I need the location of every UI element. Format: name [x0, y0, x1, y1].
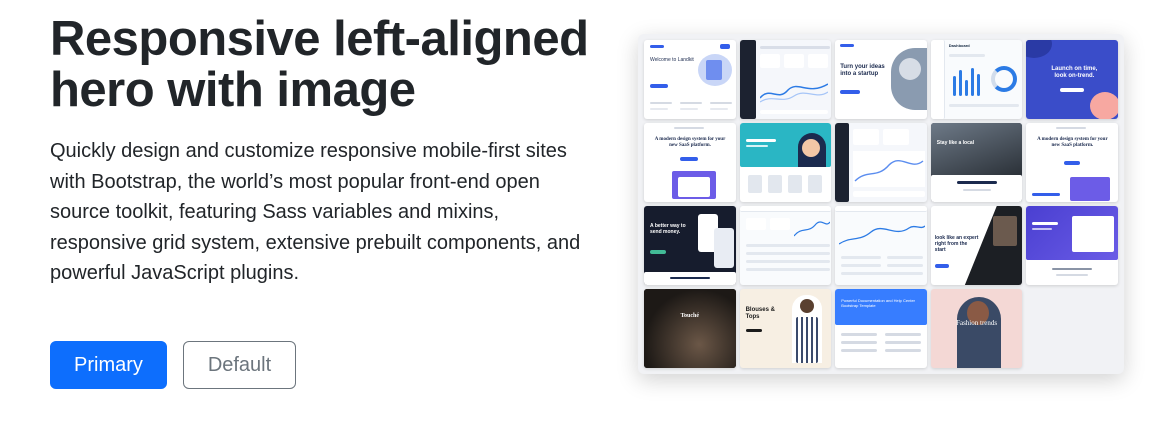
template-caption: Blouses & Tops	[745, 307, 775, 320]
template-caption: Dashboard	[948, 43, 970, 48]
template-thumbnail: Blouses & Tops	[739, 289, 832, 368]
template-thumbnail	[835, 206, 927, 285]
hero-title: Responsive left-aligned hero with image	[50, 12, 589, 117]
template-thumbnail: Fashion trends	[930, 289, 1023, 368]
hero-button-group: Primary Default	[50, 341, 296, 389]
template-thumbnail: Turn your ideas into a startup	[835, 40, 927, 119]
hero-lead: Quickly design and customize responsive …	[50, 140, 581, 284]
template-thumbnail: Dashboard	[930, 40, 1023, 119]
template-thumbnail: Touché	[644, 289, 736, 368]
template-caption: A better way to send money.	[650, 223, 686, 235]
template-thumbnail	[835, 123, 927, 202]
template-thumbnail: look like an expert right from the start	[930, 206, 1023, 285]
template-caption: Launch on time, look on-trend.	[1051, 66, 1098, 79]
template-collage-grid: Welcome to Landkit Turn your ideas into …	[644, 40, 1118, 368]
template-thumbnail	[739, 40, 832, 119]
template-thumbnail	[739, 206, 832, 285]
template-caption: Powerful Documentation and Help Center B…	[841, 298, 916, 308]
primary-button[interactable]: Primary	[50, 341, 167, 389]
template-thumbnail: A modern design system for your new SaaS…	[1026, 123, 1118, 202]
template-caption: A modern design system for your new SaaS…	[1037, 137, 1108, 148]
template-caption: Touché	[680, 313, 700, 319]
template-caption: look like an expert right from the start	[934, 235, 979, 253]
template-caption: Fashion trends	[956, 319, 998, 327]
template-caption: Stay like a local	[936, 140, 975, 146]
template-thumbnail: Launch on time, look on-trend.	[1026, 40, 1118, 119]
template-caption: A modern design system for your new SaaS…	[654, 137, 726, 148]
hero-text-column: Responsive left-aligned hero with image …	[50, 14, 590, 289]
template-thumbnail: Powerful Documentation and Help Center B…	[835, 289, 927, 368]
template-thumbnail: Stay like a local	[930, 123, 1023, 202]
template-caption: Welcome to Landkit	[650, 57, 694, 63]
default-button[interactable]: Default	[183, 341, 296, 389]
template-caption: Turn your ideas into a startup	[840, 64, 885, 77]
template-thumbnail: Welcome to Landkit	[644, 40, 736, 119]
template-thumbnail	[1026, 206, 1118, 285]
template-thumbnail: A modern design system for your new SaaS…	[644, 123, 736, 202]
hero-image: Welcome to Landkit Turn your ideas into …	[638, 34, 1124, 374]
template-thumbnail: A better way to send money.	[644, 206, 736, 285]
template-thumbnail	[739, 123, 832, 202]
